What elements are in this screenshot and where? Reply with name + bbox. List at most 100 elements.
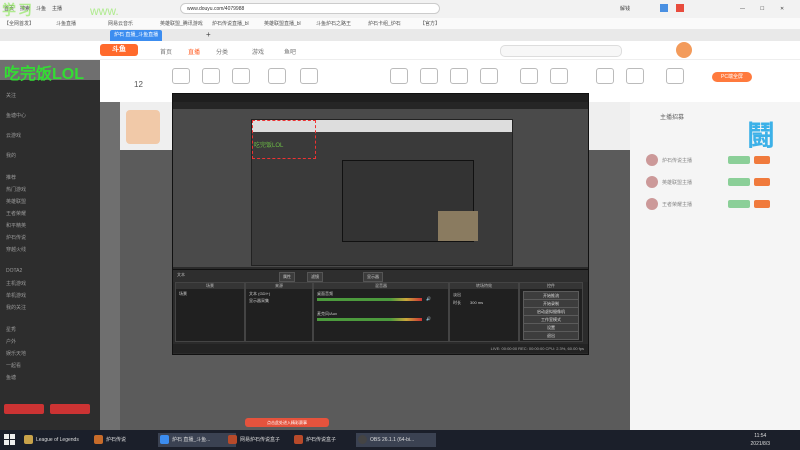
avatar [646, 198, 658, 210]
sidebar-item[interactable]: 主机游戏 [6, 280, 26, 287]
category-icon[interactable] [520, 68, 538, 84]
nav-live[interactable]: 直播 [188, 47, 200, 56]
windows-start-icon[interactable] [4, 434, 15, 445]
category-icon[interactable] [172, 68, 190, 84]
taskbar-app[interactable]: 炉石传说 [92, 433, 126, 447]
category-icon[interactable] [420, 68, 438, 84]
sidebar-item[interactable]: DOTA2 [6, 268, 22, 274]
nav-home[interactable]: 首页 [160, 47, 172, 56]
duration-input[interactable]: 300 ms [470, 300, 483, 305]
recommend-row[interactable]: 王者荣耀主播 [646, 198, 786, 210]
close-icon[interactable]: ✕ [780, 4, 784, 14]
source-item[interactable]: 显示器采集 [249, 298, 269, 304]
browser-right-label[interactable]: 解钱 [620, 4, 630, 14]
bookmark-item[interactable]: 网易云音乐 [108, 20, 133, 28]
category-icon[interactable] [550, 68, 568, 84]
obs-source-toolbar: 文本 属性 滤镜 显示器 [173, 269, 588, 282]
extension-icon[interactable] [660, 4, 668, 12]
properties-button[interactable]: 属性 [279, 272, 295, 282]
new-tab-icon[interactable]: + [206, 30, 211, 40]
scene-item[interactable]: 场景 [179, 291, 187, 297]
category-icon[interactable] [232, 68, 250, 84]
sidebar-item[interactable]: 鱼塘 [6, 374, 16, 381]
obs-statusbar: LIVE: 00:00:00 REC: 00:00:00 CPU: 2.3%, … [173, 344, 588, 353]
taskbar-app[interactable]: OBS 26.1.1 (64-bi... [356, 433, 436, 447]
category-icon[interactable] [666, 68, 684, 84]
category-icon[interactable] [626, 68, 644, 84]
minimize-icon[interactable]: — [740, 4, 745, 14]
sidebar-item[interactable]: 热门游戏 [6, 186, 26, 193]
mute-icon[interactable]: 🔊 [426, 316, 431, 321]
taskbar-app[interactable]: 炉石传说盒子 [292, 433, 336, 447]
filters-button[interactable]: 滤镜 [307, 272, 323, 282]
user-avatar[interactable] [676, 42, 692, 58]
category-icon[interactable] [300, 68, 318, 84]
sidebar-item[interactable]: 单机游戏 [6, 292, 26, 299]
obs-preview[interactable]: 吃完饭LOL [173, 109, 588, 267]
site-search-input[interactable] [500, 45, 622, 57]
category-icon[interactable] [268, 68, 286, 84]
sidebar-item[interactable]: 王者荣耀 [6, 210, 26, 217]
promo-toast[interactable]: 点击此处进入精彩赛事 [245, 418, 329, 427]
maximize-icon[interactable]: ☐ [760, 4, 764, 14]
bookmark-item[interactable]: 英雄联盟_腾讯游戏 [160, 20, 203, 28]
bookmark-item[interactable]: 【全网首发】 [4, 20, 34, 28]
category-icon[interactable] [480, 68, 498, 84]
sidebar-item[interactable]: 我的 [6, 152, 16, 159]
recommend-row[interactable]: 英雄联盟主播 [646, 176, 786, 188]
taskbar-app[interactable]: 网易炉石传说盒子 [226, 433, 280, 447]
category-icon[interactable] [202, 68, 220, 84]
sidebar-item[interactable]: 鱼塘中心 [6, 112, 26, 119]
taskbar-app[interactable]: League of Legends [22, 433, 79, 447]
preview-label: 文本 [177, 272, 185, 277]
browser-streamer-link[interactable]: 主播 [52, 4, 62, 14]
taskbar-app[interactable]: 炉石 直播_斗鱼... [158, 433, 236, 447]
mail-icon[interactable] [676, 4, 684, 12]
sidebar-promo-button[interactable] [50, 404, 90, 414]
streamer-avatar[interactable] [126, 110, 160, 144]
pc-fullscreen-button[interactable]: PC端全屏 [712, 72, 752, 82]
controls-dock: 控件 开始推流 开始录制 启动虚拟摄像机 工作室模式 设置 退出 [519, 282, 583, 342]
controls-dock-title: 控件 [520, 283, 582, 289]
category-icon[interactable] [450, 68, 468, 84]
obs-titlebar[interactable] [173, 94, 588, 102]
sidebar-promo-button[interactable] [4, 404, 44, 414]
sidebar-item[interactable]: 户外 [6, 338, 16, 345]
bookmark-item[interactable]: 炉石卡组_炉石 [368, 20, 401, 28]
status-badge [728, 178, 750, 186]
address-bar[interactable]: www.douyu.com/4079988 [180, 3, 440, 14]
mute-icon[interactable]: 🔊 [426, 296, 431, 301]
overlay-title-text: 吃完饭LOL [4, 66, 84, 83]
category-icon[interactable] [596, 68, 614, 84]
sidebar-item[interactable]: 一起看 [6, 362, 21, 369]
exit-button[interactable]: 退出 [523, 331, 579, 340]
sidebar-item[interactable]: 推荐 [6, 174, 16, 181]
tab-douyu[interactable]: 炉石 直播_斗鱼直播 [110, 30, 163, 41]
source-item[interactable]: 文本 (GDI+) [249, 291, 270, 297]
sidebar-item[interactable]: 和平精英 [6, 222, 26, 229]
sidebar-item[interactable]: 娱乐天地 [6, 350, 26, 357]
sidebar-item[interactable]: 我的关注 [6, 304, 26, 311]
nav-category[interactable]: 分类 [216, 47, 228, 56]
sidebar-item[interactable]: 英雄联盟 [6, 198, 26, 205]
douyu-logo[interactable]: 斗鱼 [100, 44, 138, 56]
bookmark-item[interactable]: 【官方】 [420, 20, 440, 28]
nav-games[interactable]: 游戏 [252, 47, 264, 56]
sidebar-item[interactable]: 星秀 [6, 326, 16, 333]
sidebar-item[interactable]: 炉石传说 [6, 234, 26, 241]
obs-menubar[interactable] [173, 102, 588, 109]
browser-douyu-link[interactable]: 斗鱼 [36, 4, 46, 14]
bookmark-item[interactable]: 斗鱼直播 [56, 20, 76, 28]
sidebar-item[interactable]: 关注 [6, 92, 16, 99]
bookmark-item[interactable]: 斗鱼炉石之路王 [316, 20, 351, 28]
nav-fishbar[interactable]: 鱼吧 [284, 47, 296, 56]
bookmark-item[interactable]: 炉石传说直播_bl [212, 20, 249, 28]
system-clock[interactable]: 11:54 2021/8/3 [751, 432, 770, 448]
bookmark-item[interactable]: 英雄联盟直播_bl [264, 20, 301, 28]
display-button[interactable]: 显示器 [363, 272, 383, 282]
sidebar-item[interactable]: 云游戏 [6, 132, 21, 139]
sidebar-item[interactable]: 穿越火线 [6, 246, 26, 253]
category-icon[interactable] [390, 68, 408, 84]
transition-select[interactable]: 淡出 [453, 292, 461, 298]
taskbar: League of Legends 炉石传说 炉石 直播_斗鱼... 网易炉石传… [0, 430, 800, 450]
